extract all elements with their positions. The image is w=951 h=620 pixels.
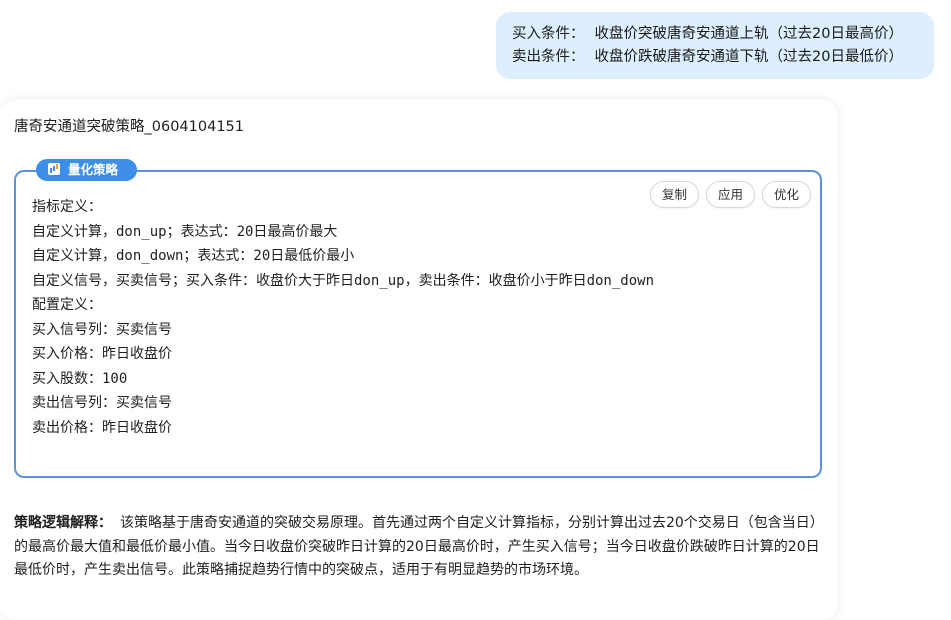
strategy-definition-text: 指标定义： 自定义计算，don_up；表达式：20日最高价最大 自定义计算，do…	[32, 195, 654, 440]
explanation-label: 策略逻辑解释：	[14, 515, 112, 531]
quant-strategy-badge-label: 量化策略	[68, 162, 119, 177]
chart-icon	[48, 163, 60, 175]
sell-condition-line: 卖出条件： 收盘价跌破唐奇安通道下轨（过去20日最低价）	[512, 46, 934, 69]
definition-line: 卖出信号列：买卖信号	[32, 395, 172, 411]
copy-button[interactable]: 复制	[650, 181, 699, 208]
definition-line: 配置定义：	[32, 297, 102, 313]
apply-button[interactable]: 应用	[706, 181, 755, 208]
sell-condition-label: 卖出条件：	[512, 49, 585, 65]
definition-line: 买入股数：100	[32, 370, 128, 387]
definition-line: 买入信号列：买卖信号	[32, 321, 172, 338]
definition-line: 自定义信号，买卖信号；买入条件：收盘价大于昨日don_up，卖出条件：收盘价小于…	[32, 272, 654, 289]
definition-line: 自定义计算，don_down；表达式：20日最低价最小	[32, 248, 355, 264]
optimize-button[interactable]: 优化	[762, 181, 811, 208]
definition-line: 指标定义：	[32, 199, 102, 215]
buy-condition-label: 买入条件：	[512, 26, 585, 42]
definition-line: 卖出价格：昨日收盘价	[32, 419, 172, 436]
user-message-bubble: 买入条件： 收盘价突破唐奇安通道上轨（过去20日最高价） 卖出条件： 收盘价跌破唐奇…	[496, 12, 934, 79]
buy-condition-line: 买入条件： 收盘价突破唐奇安通道上轨（过去20日最高价）	[512, 23, 934, 46]
quant-strategy-badge: 量化策略	[36, 159, 137, 181]
definition-line: 自定义计算，don_up；表达式：20日最高价最大	[32, 223, 338, 240]
explanation-text: 该策略基于唐奇安通道的突破交易原理。首先通过两个自定义计算指标，分别计算出过去2…	[14, 515, 824, 578]
sell-condition-text: 收盘价跌破唐奇安通道下轨（过去20日最低价）	[594, 49, 903, 65]
strategy-explanation: 策略逻辑解释： 该策略基于唐奇安通道的突破交易原理。首先通过两个自定义计算指标，分…	[14, 512, 826, 583]
definition-line: 买入价格：昨日收盘价	[32, 346, 172, 362]
strategy-name: 唐奇安通道突破策略_0604104151	[14, 119, 245, 135]
buy-condition-text: 收盘价突破唐奇安通道上轨（过去20日最高价）	[594, 26, 903, 42]
